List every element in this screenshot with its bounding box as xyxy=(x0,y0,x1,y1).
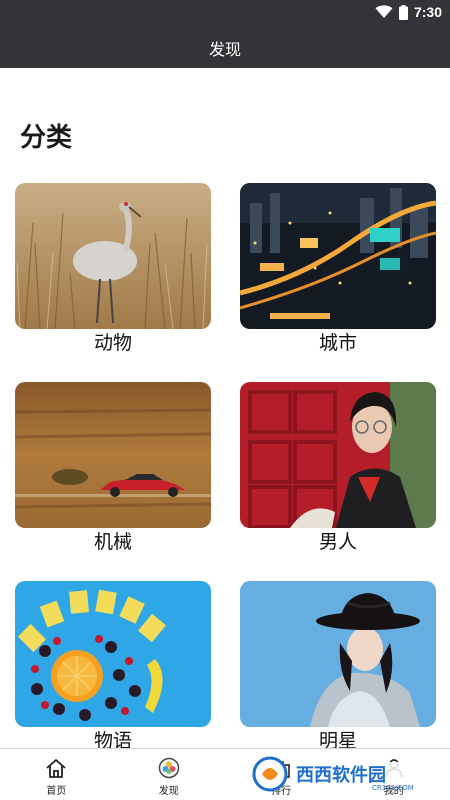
category-card-machinery[interactable]: 机械 xyxy=(15,382,211,554)
category-card-story[interactable]: 物语 xyxy=(15,581,211,753)
fruit-photo xyxy=(15,581,211,727)
battery-icon xyxy=(398,4,408,20)
category-label: 男人 xyxy=(318,531,357,553)
category-card-man[interactable]: 男人 xyxy=(240,382,436,554)
nav-item-discover[interactable]: 发现 xyxy=(113,749,226,800)
category-card-city[interactable]: 城市 xyxy=(240,183,436,355)
app-bar: 发现 xyxy=(0,24,450,68)
watermark-logo: 西西软件园 CR173.COM xyxy=(252,756,432,792)
section-title: 分类 xyxy=(20,123,73,153)
city-night-photo xyxy=(240,183,436,329)
status-bar: 7:30 xyxy=(0,0,450,24)
home-icon xyxy=(45,757,67,779)
man-portrait-photo xyxy=(240,382,436,528)
wifi-icon xyxy=(375,5,393,18)
page-title: 发现 xyxy=(208,40,241,59)
svg-text:CR173.COM: CR173.COM xyxy=(372,784,414,792)
nav-item-home[interactable]: 首页 xyxy=(0,749,113,800)
status-icons: 7:30 xyxy=(375,3,442,21)
discover-icon xyxy=(158,757,180,779)
status-time: 7:30 xyxy=(413,4,442,20)
crane-photo xyxy=(15,183,211,329)
category-label: 城市 xyxy=(318,332,357,354)
category-card-animal[interactable]: 动物 xyxy=(15,183,211,355)
nav-label-discover: 发现 xyxy=(158,786,179,797)
category-label: 动物 xyxy=(93,332,132,354)
category-label: 机械 xyxy=(93,531,132,553)
category-card-celebrity[interactable]: 明星 xyxy=(240,581,436,753)
svg-text:西西软件园: 西西软件园 xyxy=(296,764,386,786)
red-car-photo xyxy=(15,382,211,528)
woman-hat-photo xyxy=(240,581,436,727)
nav-label-home: 首页 xyxy=(46,786,67,797)
